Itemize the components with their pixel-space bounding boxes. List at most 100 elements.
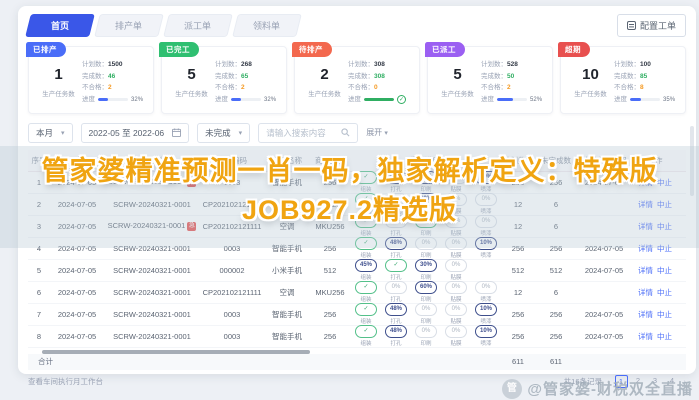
abort-link[interactable]: 中止 — [657, 332, 672, 341]
step-label: 喷漆 — [472, 229, 500, 237]
step-percent: 60% — [415, 281, 437, 294]
row-index: 5 — [28, 266, 50, 275]
stat-line: 完成数：308 — [348, 71, 413, 83]
progress-steps: ✓组装48%打孔0%印刷0%贴膜10%喷漆 — [350, 237, 500, 259]
stat-line: 不合格：2 — [215, 82, 280, 94]
tab-2[interactable]: 派工单 — [163, 14, 233, 37]
stat-card[interactable]: 已派工5生产任务数计划数：528完成数：50不合格：2进度52% — [427, 46, 553, 114]
process-step: 0%印刷 — [412, 237, 440, 259]
task-count: 2 — [301, 66, 348, 83]
stat-line: 计划数：268 — [215, 59, 280, 71]
period-value: 本月 — [36, 127, 53, 139]
progress-fill — [98, 98, 108, 101]
tab-label: 排产单 — [115, 19, 142, 32]
row-product-name: 空调 — [264, 287, 310, 298]
status-select[interactable]: 未完成 ▾ — [197, 123, 250, 143]
stat-label: 不合格： — [348, 84, 374, 91]
top-row: 首页 排产单 派工单领料单 配置工单 — [28, 14, 686, 37]
stat-card[interactable]: 已完工5生产任务数计划数：268完成数：65不合格：2进度32% — [161, 46, 287, 114]
stat-line: 完成数：46 — [82, 71, 147, 83]
detail-link[interactable]: 详情 — [638, 288, 653, 297]
progress-percent: 32% — [264, 95, 276, 106]
stat-card[interactable]: 待排产2生产任务数计划数：308完成数：308不合格：0进度✓ — [294, 46, 420, 114]
abort-link[interactable]: 中止 — [657, 310, 672, 319]
stat-label: 计划数： — [348, 61, 374, 68]
stat-card[interactable]: 已排产1生产任务数计划数：1500完成数：46不合格：2进度32% — [28, 46, 154, 114]
row-actions: 详情中止 — [632, 287, 678, 298]
process-step: 60%印刷 — [412, 281, 440, 303]
stat-value: 268 — [241, 61, 252, 68]
table-row[interactable]: 52024-07-05SCRW-20240321-0001000002小米手机5… — [28, 260, 686, 282]
promo-overlay-text: 管家婆精准预测一肖一码，独家解析定义：特殊版JOB927.2精选版 — [0, 152, 699, 230]
row-index: 7 — [28, 310, 50, 319]
stat-value: 65 — [241, 73, 248, 80]
tab-label: 首页 — [51, 19, 69, 32]
row-actions: 详情中止 — [632, 265, 678, 276]
tab-3[interactable]: 领料单 — [232, 14, 302, 37]
step-percent: 0% — [445, 259, 467, 272]
period-select[interactable]: 本月 ▾ — [28, 123, 73, 143]
step-check-icon: ✓ — [355, 281, 377, 294]
table-row[interactable]: 82024-07-05SCRW-20240321-00010003智能手机256… — [28, 326, 686, 348]
row-product-spec: 256 — [310, 244, 350, 253]
abort-link[interactable]: 中止 — [657, 244, 672, 253]
expand-link[interactable]: 展开 ▾ — [366, 127, 388, 138]
stat-label: 完成数： — [82, 73, 108, 80]
configure-workorder-button[interactable]: 配置工单 — [617, 14, 686, 37]
abort-link[interactable]: 中止 — [657, 288, 672, 297]
stat-line: 不合格：2 — [82, 82, 147, 94]
row-index: 6 — [28, 288, 50, 297]
task-count-label: 生产任务数 — [35, 88, 82, 98]
table-row[interactable]: 42024-07-05SCRW-20240321-00010003智能手机256… — [28, 238, 686, 260]
task-count: 10 — [567, 66, 614, 83]
search-input[interactable]: 请输入搜索内容 — [258, 123, 358, 143]
tab-home[interactable]: 首页 — [25, 14, 95, 37]
step-percent: 0% — [415, 325, 437, 338]
stat-label: 完成数： — [614, 73, 640, 80]
stat-card[interactable]: 超期10生产任务数计划数：100完成数：85不合格：8进度35% — [560, 46, 686, 114]
step-percent: 0% — [415, 237, 437, 250]
stat-value: 100 — [640, 61, 651, 68]
process-step: 0%印刷 — [412, 325, 440, 347]
filter-bar: 本月 ▾ 2022-05 至 2022-06 未完成 ▾ 请输入搜索内容 展开 — [28, 123, 686, 143]
progress-line: 进度52% — [481, 94, 546, 106]
table-row[interactable]: 72024-07-05SCRW-20240321-00010003智能手机256… — [28, 304, 686, 326]
detail-link[interactable]: 详情 — [638, 310, 653, 319]
process-step: 0%贴膜 — [442, 303, 470, 325]
stat-value: 50 — [507, 73, 514, 80]
stat-line: 不合格：8 — [614, 82, 679, 94]
table-row[interactable]: 62024-07-05SCRW-20240321-0001CP202102121… — [28, 282, 686, 304]
step-label: 贴膜 — [442, 317, 470, 325]
step-percent: 48% — [385, 303, 407, 316]
process-step: ✓组装 — [352, 281, 380, 303]
detail-link[interactable]: 详情 — [638, 266, 653, 275]
date-range-input[interactable]: 2022-05 至 2022-06 — [81, 123, 190, 143]
stat-line: 完成数：50 — [481, 71, 546, 83]
stat-line: 完成数：85 — [614, 71, 679, 83]
step-label: 喷漆 — [472, 317, 500, 325]
stat-line: 计划数：308 — [348, 59, 413, 71]
abort-link[interactable]: 中止 — [657, 266, 672, 275]
row-order-no: SCRW-20240321-0001 — [104, 332, 200, 341]
progress-track — [231, 98, 261, 101]
progress-label: 进度 — [215, 94, 228, 106]
row-product-name: 智能手机 — [264, 331, 310, 342]
detail-link[interactable]: 详情 — [638, 332, 653, 341]
step-label: 印刷 — [412, 229, 440, 237]
stat-label: 不合格： — [614, 84, 640, 91]
row-finish-date: 2024-07-05 — [576, 266, 632, 275]
step-percent: 30% — [415, 259, 437, 272]
tab-1[interactable]: 排产单 — [94, 14, 164, 37]
task-count-label: 生产任务数 — [168, 88, 215, 98]
progress-label: 进度 — [348, 94, 361, 106]
workbench-link[interactable]: 查看车间执行月工作台 — [28, 376, 103, 387]
card-stats: 计划数：268完成数：65不合格：2进度32% — [215, 59, 280, 106]
stat-line: 不合格：2 — [481, 82, 546, 94]
progress-track — [497, 98, 527, 101]
check-icon: ✓ — [397, 95, 406, 104]
detail-link[interactable]: 详情 — [638, 244, 653, 253]
row-plan-qty: 256 — [500, 310, 536, 319]
status-value: 未完成 — [205, 127, 231, 139]
stat-value: 2 — [507, 84, 511, 91]
process-step: 0%贴膜 — [442, 237, 470, 259]
